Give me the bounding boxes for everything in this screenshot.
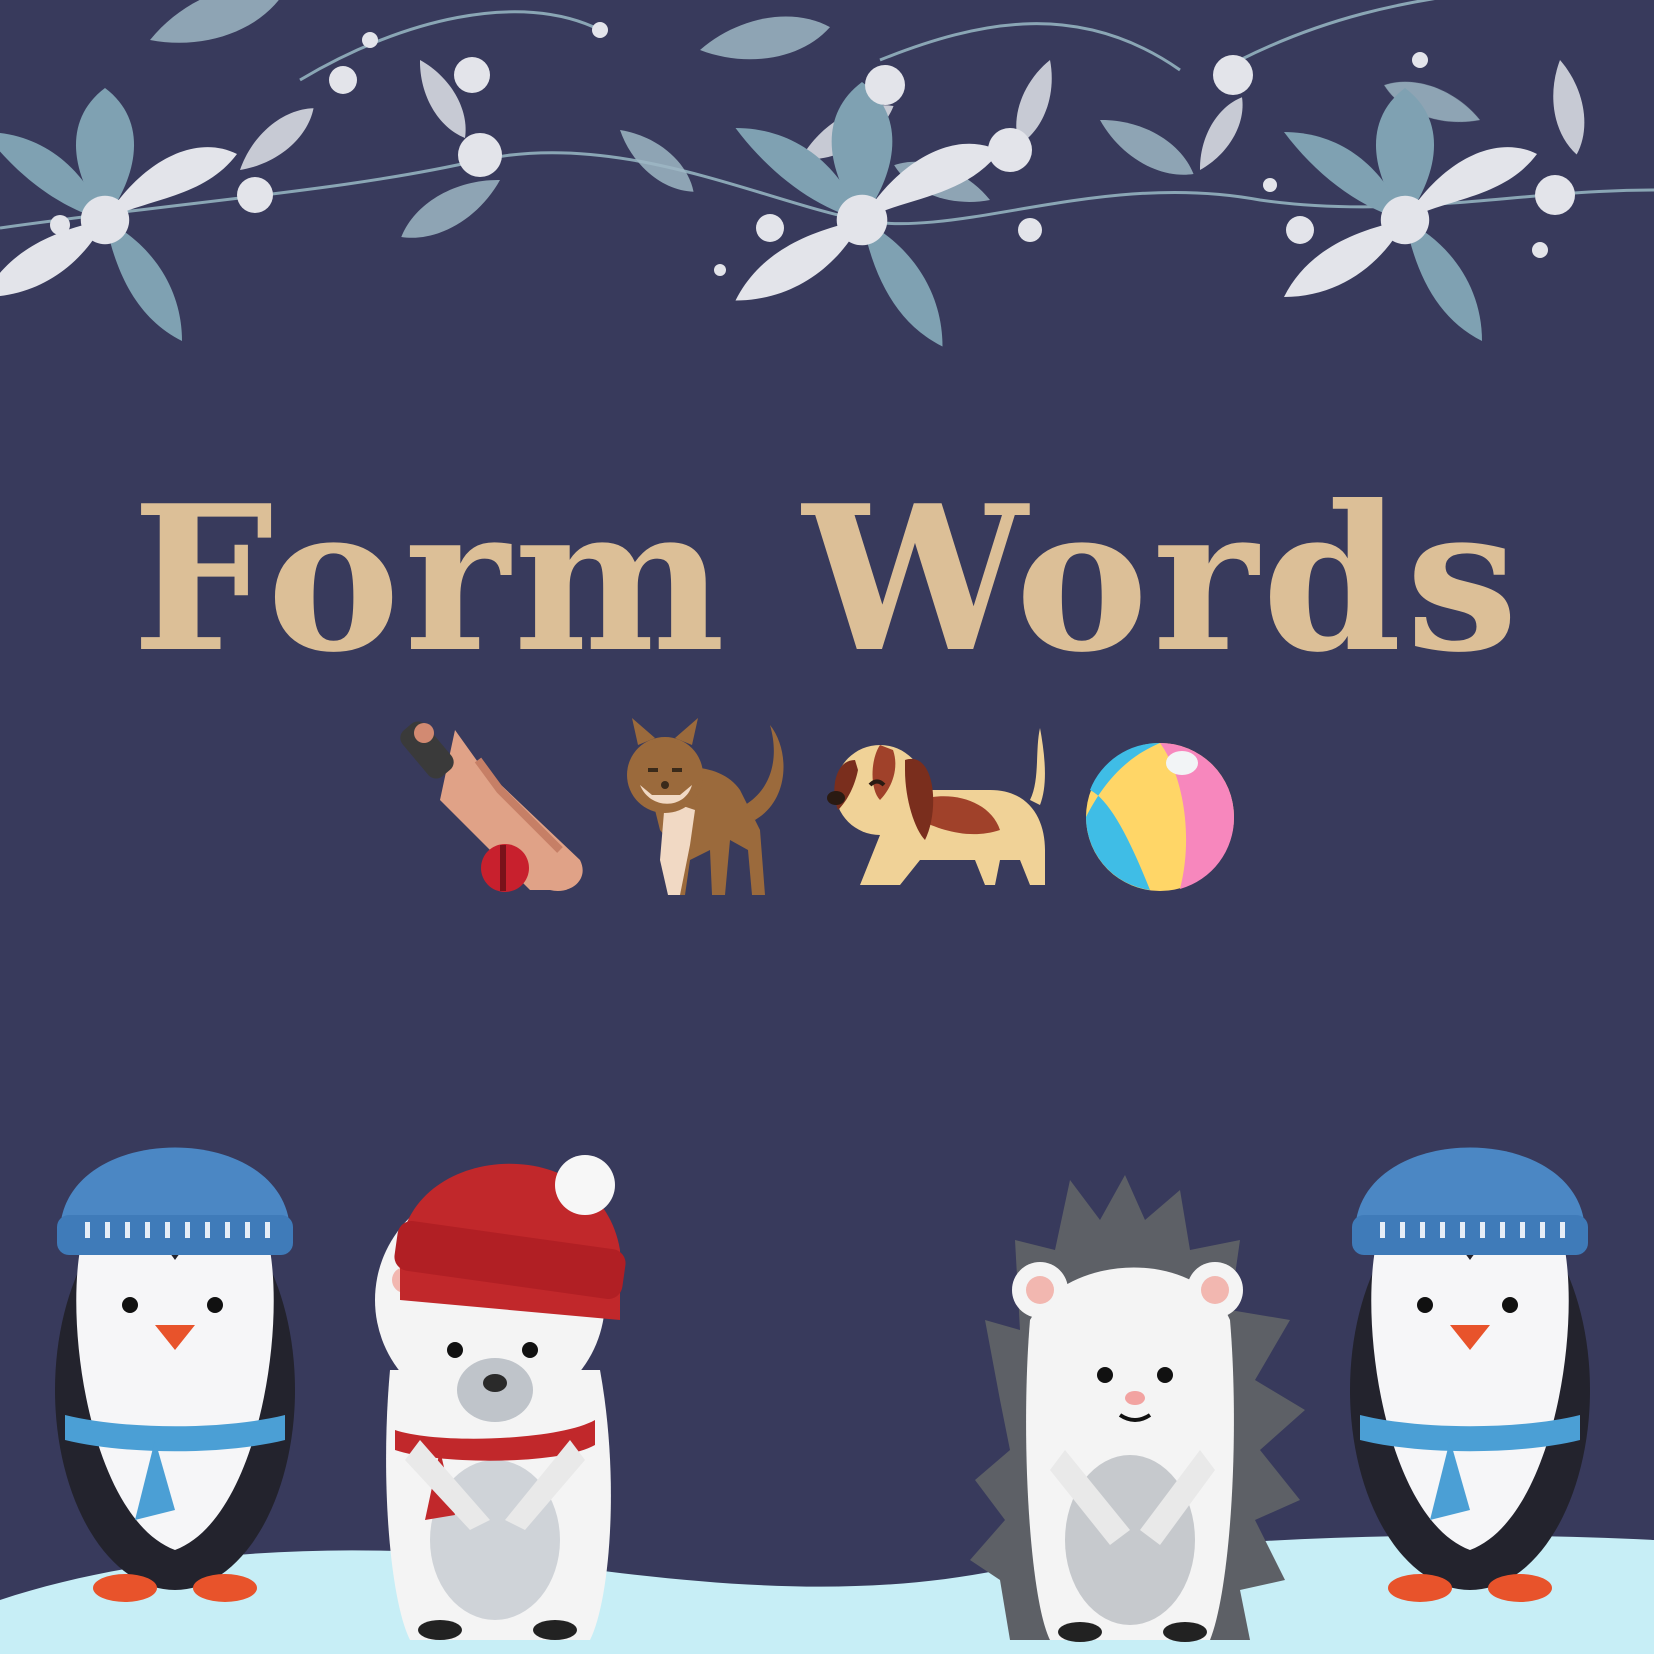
poster: Form Words (0, 0, 1654, 1654)
polar-bear (375, 1155, 626, 1640)
hedgehog (970, 1175, 1305, 1642)
penguin-right (1350, 1147, 1590, 1602)
penguin-left (55, 1147, 295, 1602)
animal-characters (55, 1147, 1590, 1642)
